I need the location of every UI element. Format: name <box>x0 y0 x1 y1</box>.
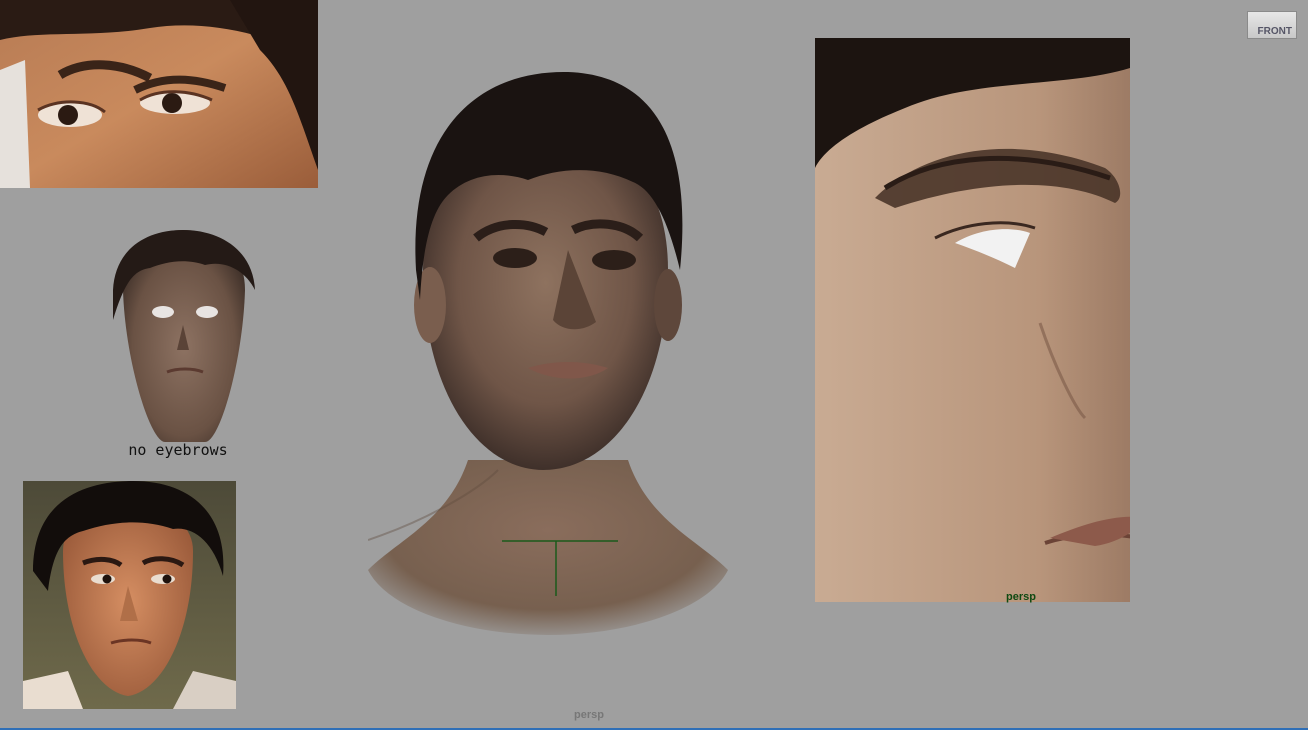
render-profile-closeup <box>815 38 1130 602</box>
maya-viewport[interactable]: no eyebrows persp persp FRONT <box>0 0 1308 728</box>
view-cube-icon[interactable]: FRONT <box>1247 11 1297 39</box>
view-cube-label: FRONT <box>1257 26 1292 37</box>
profile-camera-label: persp <box>1006 591 1036 603</box>
reference-portrait <box>23 481 236 709</box>
move-manipulator-icon[interactable] <box>500 538 620 598</box>
viewport-camera-label: persp <box>574 709 604 721</box>
no-eyebrows-caption: no eyebrows <box>128 441 228 459</box>
reference-eyes-closeup <box>0 0 318 188</box>
render-no-eyebrows <box>105 230 260 442</box>
render-main-head <box>368 70 728 640</box>
